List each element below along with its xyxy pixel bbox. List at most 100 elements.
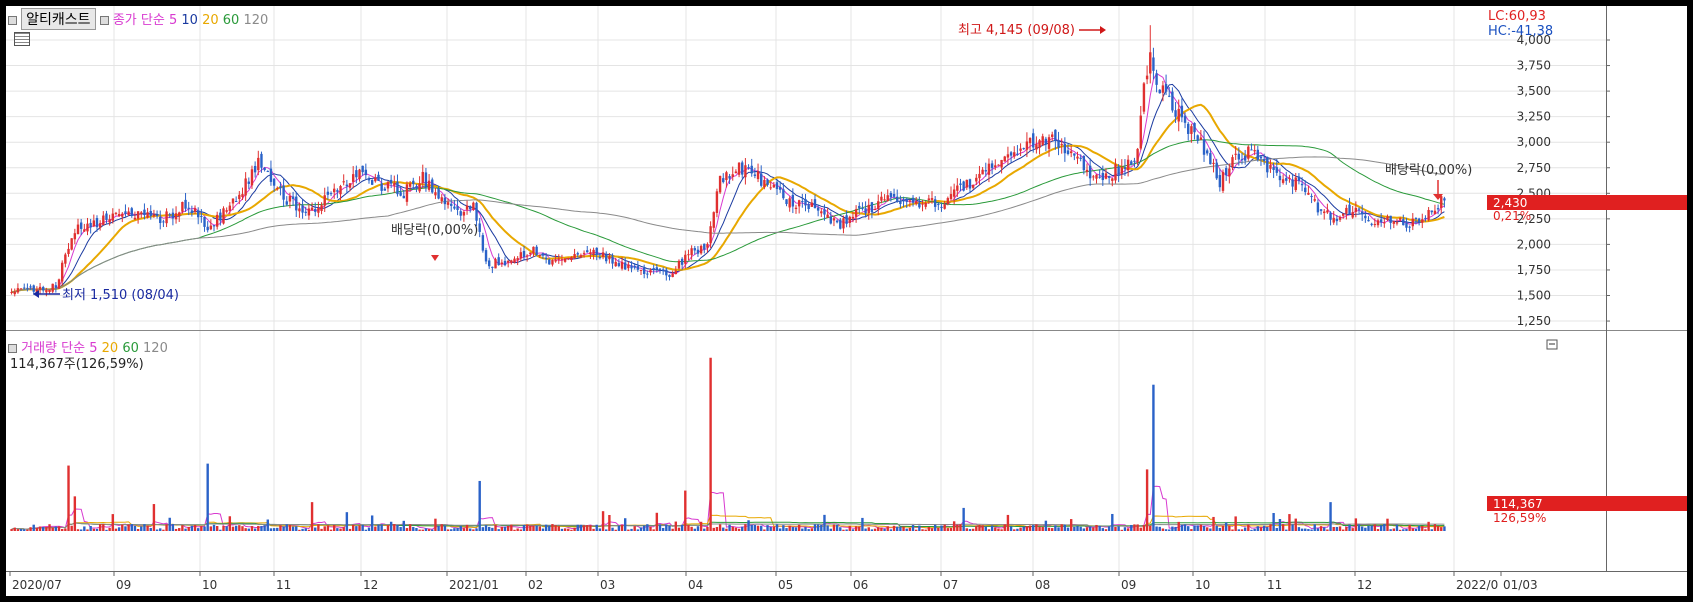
candle-body [807,204,810,210]
volume-bar [1107,526,1111,531]
volume-bar [1323,527,1326,531]
candle-body [1139,115,1142,149]
volume-bar [1383,524,1386,531]
candle-body [1016,153,1019,155]
candle-body [557,258,560,260]
volume-bar [927,527,931,531]
volume-bar [247,528,251,531]
candle-body [832,218,836,221]
volume-bar [839,527,842,531]
candle-body [130,208,133,216]
candle-body [323,195,326,206]
candle-body [421,171,424,183]
candle-body [1130,161,1133,165]
volume-bar [67,465,70,531]
volume-bar [639,527,643,531]
ma60-label: 60 [222,13,240,28]
volume-bar [1392,528,1396,531]
candle-body [1440,196,1443,209]
candle-body [209,225,213,230]
volume-bar [975,525,978,531]
legend-toggle-icon[interactable] [99,16,109,25]
candle-body [497,257,500,266]
candle-body [1202,139,1206,155]
legend-toggle-icon[interactable] [8,16,17,25]
x-tick-label: 06 [853,578,868,592]
volume-bar [1443,526,1446,531]
legend-toggle-icon[interactable] [8,344,17,353]
candle-body [646,273,649,275]
price-y-tick-label: 1,500 [1517,289,1551,303]
volume-bar [1218,527,1222,531]
volume-bar [83,526,86,531]
candle-body [295,196,298,211]
volume-bar [92,528,96,531]
volume-info: 114,367주(126,59%) [10,357,144,372]
volume-bar [611,527,614,531]
volume-bar [443,525,447,531]
volume-bar [880,527,883,531]
volume-bar [1417,525,1421,531]
candle-body [538,254,542,256]
candle-body [1243,155,1247,161]
volume-bar [576,524,579,531]
candle-body [146,212,149,218]
volume-bar [1430,529,1433,531]
volume-bar [389,521,393,531]
candle-body [1285,177,1288,181]
candle-body [601,252,605,257]
candle-body [971,184,975,188]
candle-body [826,214,829,218]
candle-body [440,197,443,202]
volume-bar [98,524,102,531]
candle-body [19,288,23,290]
x-tick-label: 01/03 [1503,578,1538,592]
candle-body [1354,207,1358,212]
volume-bar [807,529,810,531]
volume-bar [1414,528,1418,531]
candle-body [737,162,741,175]
candle-body [858,205,861,209]
candle-body [1329,212,1332,220]
candle-body [880,196,883,201]
volume-bar [1272,513,1275,531]
volume-bar [1243,527,1247,531]
volume-bar [921,529,924,531]
volume-bar [89,526,92,531]
candle-body [1278,175,1282,181]
volume-bar [1035,524,1038,531]
candle-body [921,203,924,205]
volume-bar [1104,529,1108,531]
candle-body [1345,207,1348,214]
candle-body [1424,217,1427,219]
volume-bar [231,526,235,531]
candle-body [494,259,497,269]
candle-body [1228,168,1231,177]
volume-bar [469,528,472,531]
volume-bar [1319,526,1323,531]
candle-body [10,291,13,293]
candle-body [1060,144,1063,146]
candle-body [190,210,194,213]
candle-body [510,260,513,263]
candle-body [38,286,42,290]
volume-bar [494,524,497,531]
candle-body [981,169,984,175]
volume-bar [1032,525,1035,531]
stock-name[interactable]: 알티캐스트 [21,8,96,30]
volume-bar [1348,524,1351,531]
table-view-icon[interactable] [14,32,30,46]
candle-body [60,262,64,282]
volume-bar [450,529,453,531]
volume-bar [1250,529,1253,531]
candle-body [772,184,776,188]
candle-body [987,163,991,175]
candle-body [630,265,633,269]
candle-body [633,265,636,268]
volume-bar [1364,527,1367,531]
candle-body [1155,73,1158,85]
volume-bar [1009,526,1013,531]
volume-bar [709,357,712,531]
volume-bar [348,528,352,531]
volume-bar [750,525,753,531]
